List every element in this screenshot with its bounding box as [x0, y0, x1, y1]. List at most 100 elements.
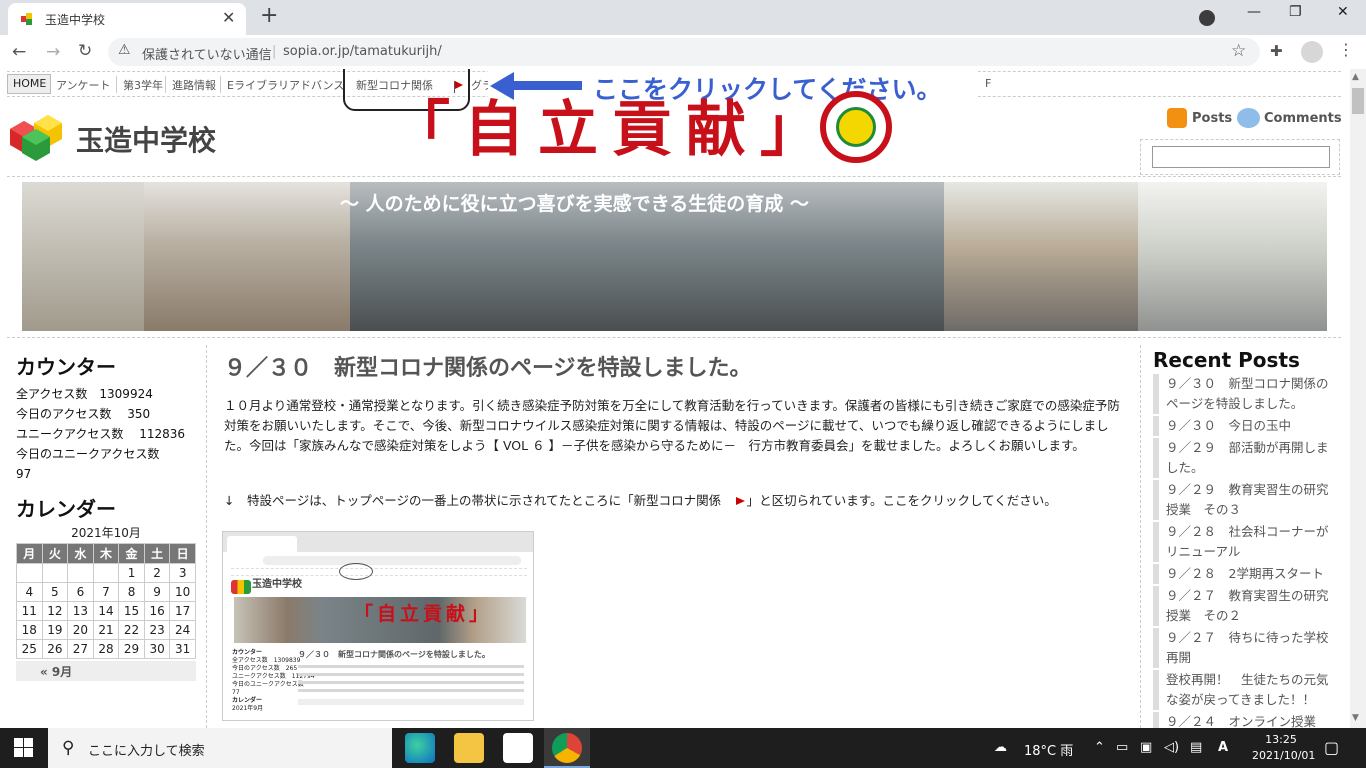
file-explorer-icon[interactable] — [454, 733, 484, 763]
calendar-day: 12 — [41, 601, 69, 621]
window-close-button[interactable]: ✕ — [1337, 4, 1349, 20]
counter-unique-today-value: 97 — [16, 467, 32, 481]
scroll-thumb[interactable] — [1352, 88, 1364, 114]
bookmark-star-icon[interactable]: ☆ — [1231, 41, 1246, 61]
insecure-label[interactable]: 保護されていない通信 — [142, 44, 272, 63]
nav-f[interactable]: F — [985, 77, 991, 90]
calendar-day: 29 — [118, 639, 145, 659]
taskbar-search-placeholder[interactable]: ここに入力して検索 — [88, 740, 205, 759]
notification-icon[interactable]: ▢ — [1324, 738, 1339, 757]
calendar-caption: 2021年10月 — [71, 526, 141, 540]
clock-date: 2021/10/01 — [1252, 749, 1316, 762]
clock-time: 13:25 — [1265, 733, 1297, 746]
network-icon[interactable]: ▣ — [1140, 740, 1152, 755]
edge-icon[interactable] — [405, 733, 435, 763]
web-page: HOME アンケート 第3学年 進路情報 Eライブラリアドバンス 新型コロナ関係… — [0, 69, 1350, 728]
calendar-day: 13 — [67, 601, 94, 621]
taskbar-clock[interactable]: 13:25 2021/10/01 — [1252, 732, 1316, 764]
tab-title: 玉造中学校 — [45, 13, 106, 27]
thumb-post-title: ９／３０ 新型コロナ関係のページを特設しました。 — [298, 650, 490, 659]
thumb-tab — [227, 536, 297, 552]
calendar-day: 21 — [92, 620, 120, 640]
recent-post-link[interactable]: ９／３０ 今日の玉中 — [1153, 416, 1339, 436]
weather-text[interactable]: 18°C 雨 — [1024, 740, 1073, 759]
calendar-day: 9 — [143, 582, 171, 602]
recent-post-link[interactable]: ９／２７ 待ちに待った学校再開 — [1153, 628, 1339, 668]
windows-start-icon[interactable] — [14, 738, 34, 758]
warning-icon[interactable]: ⚠ — [118, 42, 131, 58]
calendar-day — [41, 563, 69, 583]
content-divider — [7, 337, 1341, 338]
site-favicon-icon — [21, 13, 32, 25]
recent-post-link[interactable]: ９／２９ 教育実習生の研究授業 その３ — [1153, 480, 1339, 520]
nav-survey[interactable]: アンケート — [56, 77, 111, 93]
calendar-day: 17 — [169, 601, 196, 621]
rss-posts-icon[interactable] — [1167, 108, 1187, 128]
nav-divider — [220, 76, 221, 93]
post-title[interactable]: ９／３０ 新型コロナ関係のページを特設しました。 — [224, 350, 752, 382]
volume-icon[interactable]: ◁) — [1164, 740, 1179, 755]
address-bar[interactable] — [108, 38, 1260, 66]
calendar-day: 14 — [92, 601, 120, 621]
scroll-down-icon[interactable]: ▼ — [1352, 713, 1359, 723]
nav-grade3[interactable]: 第3学年 — [123, 77, 163, 93]
counter-title: カウンター — [16, 355, 116, 379]
calendar-day: 2 — [143, 563, 171, 583]
scroll-up-icon[interactable]: ▲ — [1352, 72, 1359, 82]
page-scrollbar[interactable] — [1350, 69, 1366, 728]
tab-close-icon[interactable]: ✕ — [222, 8, 235, 27]
restore-button[interactable]: ❐ — [1289, 4, 1302, 20]
thumb-side-line: 2021年9月 — [232, 705, 264, 712]
reload-button[interactable]: ↻ — [78, 41, 92, 61]
calendar-prev-month-link[interactable]: « 9月 — [16, 661, 196, 681]
thumb-text-line — [298, 681, 524, 684]
banner-subtitle: 〜 人のために役に立つ喜びを実感できる生徒の育成 〜 — [340, 193, 809, 215]
nav-elibrary[interactable]: Eライブラリアドバンス — [227, 77, 344, 93]
rss-posts-link[interactable]: Posts — [1192, 111, 1232, 126]
recent-post-link[interactable]: ９／２４ オンライン授業 — [1153, 712, 1339, 728]
start-pane — [24, 738, 33, 747]
thumb-footer — [298, 699, 524, 705]
banner-photo-right — [1138, 182, 1327, 331]
recent-post-link[interactable]: ９／２９ 部活動が再開しました。 — [1153, 438, 1339, 478]
thumb-logo-icon — [231, 580, 251, 594]
browser-menu-icon[interactable]: ⋮ — [1338, 40, 1354, 59]
browser-tab[interactable]: 玉造中学校 ✕ — [8, 3, 246, 35]
weekday-header: 日 — [169, 543, 196, 564]
extensions-icon[interactable]: ✚ — [1270, 42, 1283, 60]
tray-chevron-icon[interactable]: ⌃ — [1094, 740, 1105, 755]
nav-career[interactable]: 進路情報 — [172, 77, 216, 93]
url-text[interactable]: sopia.or.jp/tamatukurijh/ — [283, 44, 442, 59]
profile-avatar[interactable] — [1301, 41, 1323, 63]
calendar-day: 1 — [118, 563, 145, 583]
calendar-day: 27 — [67, 639, 94, 659]
weather-icon[interactable]: ☁ — [994, 740, 1007, 755]
calendar-day: 3 — [169, 563, 196, 583]
chrome-icon[interactable] — [552, 733, 582, 763]
forward-button[interactable]: → — [46, 42, 60, 62]
counter-unique: ユニークアクセス数 112836 — [16, 427, 186, 441]
nav-home[interactable]: HOME — [7, 74, 51, 94]
rss-comments-icon[interactable] — [1237, 108, 1260, 128]
site-title[interactable]: 玉造中学校 — [76, 119, 216, 159]
calendar-day: 10 — [169, 582, 196, 602]
site-search-input[interactable] — [1152, 146, 1330, 168]
minimize-button[interactable]: — — [1247, 4, 1261, 20]
calendar-day — [16, 563, 43, 583]
calendar-day: 15 — [118, 601, 145, 621]
recent-post-link[interactable]: ９／２８ 社会科コーナーがリニューアル — [1153, 522, 1339, 562]
rss-comments-link[interactable]: Comments — [1264, 111, 1342, 126]
weekday-header: 火 — [41, 543, 69, 564]
recent-post-link[interactable]: 登校再開！ 生徒たちの元気な姿が戻ってきました！！ — [1153, 670, 1339, 710]
back-button[interactable]: ← — [12, 42, 26, 62]
recent-post-link[interactable]: ９／２８ 2学期再スタート — [1153, 564, 1339, 584]
recent-post-link[interactable]: ９／２７ 教育実習生の研究授業 その２ — [1153, 586, 1339, 626]
recent-posts-title: Recent Posts — [1153, 348, 1300, 372]
recent-post-link[interactable]: ９／３０ 新型コロナ関係のページを特設しました。 — [1153, 374, 1339, 414]
battery-icon[interactable]: ▭ — [1116, 740, 1128, 755]
store-icon[interactable] — [503, 733, 533, 763]
ime-indicator[interactable]: A — [1218, 740, 1228, 755]
ime-mode-icon[interactable]: ▤ — [1190, 740, 1202, 755]
tab-search-icon[interactable] — [1199, 10, 1215, 26]
new-tab-button[interactable]: + — [260, 3, 278, 28]
